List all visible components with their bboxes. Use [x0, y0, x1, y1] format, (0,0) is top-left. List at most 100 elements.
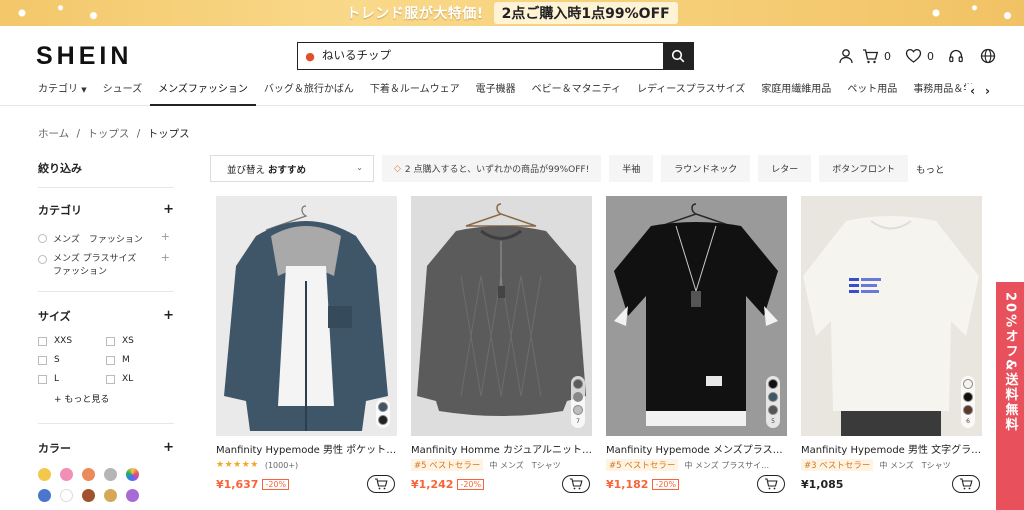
color-thumbs[interactable] — [376, 399, 390, 428]
promo-offer: 2点ご購入時1点99%OFF — [493, 2, 678, 24]
flower-decoration — [0, 0, 110, 26]
cart-plus-icon — [375, 478, 388, 490]
color-swatch[interactable] — [104, 489, 117, 502]
category-nav: カテゴリ ▼ シューズ メンズファッション バッグ＆旅行かばん 下着＆ルームウェ… — [0, 82, 1024, 106]
product-image[interactable] — [216, 196, 397, 436]
nav-item-bags[interactable]: バッグ＆旅行かばん — [256, 82, 362, 106]
color-swatch[interactable] — [38, 468, 51, 481]
color-swatch[interactable] — [82, 468, 95, 481]
nav-item-shoes[interactable]: シューズ — [95, 82, 151, 106]
product-image[interactable]: 6 — [801, 196, 982, 436]
shein-logo[interactable]: SHEIN — [36, 42, 132, 71]
user-icon[interactable] — [836, 46, 856, 66]
promo-filter-chip[interactable]: ◇ 2 点購入すると、いずれかの商品が99%OFF! — [382, 155, 602, 182]
size-option[interactable]: S — [38, 355, 106, 365]
heart-icon[interactable] — [903, 46, 923, 66]
size-option[interactable]: XL — [106, 374, 174, 384]
nav-item-baby[interactable]: ベビー＆マタニティ — [524, 82, 629, 106]
filter-chip[interactable]: 半袖 — [609, 155, 654, 182]
color-swatch[interactable] — [60, 468, 73, 481]
add-to-cart-button[interactable] — [367, 475, 395, 493]
color-swatch[interactable] — [126, 468, 139, 481]
filter-chip[interactable]: ボタンフロント — [819, 155, 908, 182]
breadcrumb-tops[interactable]: トップス — [87, 128, 129, 140]
cart-plus-icon — [765, 478, 778, 490]
flower-decoration-right — [914, 0, 1024, 26]
nav-item-ladies-plus[interactable]: レディースプラスサイズ — [629, 82, 753, 106]
plus-icon[interactable]: + — [161, 230, 170, 243]
product-price: ¥1,637 — [216, 477, 259, 491]
product-card[interactable]: 7 Manfinity Homme カジュアルニット… #5 ベストセラー中 メ… — [411, 196, 592, 493]
nav-item-mens-fashion[interactable]: メンズファッション — [150, 82, 256, 106]
filter-chip[interactable]: レター — [758, 155, 812, 182]
expand-plus-icon[interactable]: + — [163, 202, 174, 218]
product-card[interactable]: 5 Manfinity Hypemode メンズプラス… #5 ベストセラー中 … — [606, 196, 787, 493]
chevron-down-icon: ▼ — [81, 86, 87, 94]
nav-prev-arrow-icon[interactable]: ‹ — [970, 84, 975, 98]
nav-item-underwear[interactable]: 下着＆ルームウェア — [362, 82, 468, 106]
rating-count: (1000+) — [264, 460, 299, 470]
nav-item-electronics[interactable]: 電子機器 — [468, 82, 524, 106]
category-option[interactable]: メンズ プラスサイズ ファッション + — [38, 251, 174, 279]
product-price: ¥1,085 — [801, 477, 844, 491]
show-more-sizes[interactable]: + もっと見る — [38, 392, 174, 405]
cart-icon[interactable] — [860, 46, 880, 66]
add-to-cart-button[interactable] — [952, 475, 980, 493]
product-card[interactable]: Manfinity Hypemode 男性 ポケット付きパッチ… ★★★★★ (1… — [216, 196, 397, 493]
nav-item-category[interactable]: カテゴリ ▼ — [30, 82, 95, 106]
sort-dropdown[interactable]: 並び替え おすすめ ⌄ — [210, 155, 374, 182]
color-swatch[interactable] — [82, 489, 95, 502]
expand-plus-icon[interactable]: + — [163, 308, 174, 324]
nav-item-pet[interactable]: ペット用品 — [839, 82, 905, 106]
headset-icon[interactable] — [946, 46, 966, 66]
color-thumbs[interactable]: 7 — [571, 376, 585, 428]
product-title[interactable]: Manfinity Hypemode メンズプラス… — [606, 441, 787, 456]
size-option[interactable]: XS — [106, 336, 174, 346]
color-thumbs[interactable]: 6 — [961, 376, 975, 428]
promo-banner[interactable]: トレンド服が大特価! 2点ご購入時1点99%OFF — [0, 0, 1024, 26]
product-title[interactable]: Manfinity Hypemode 男性 文字グラ… — [801, 441, 982, 456]
color-thumbs[interactable]: 5 — [766, 376, 780, 428]
header-icons: 0 0 — [836, 46, 998, 66]
product-tags: 中 メンズ Tシャツ — [879, 460, 951, 470]
chevron-down-icon: ⌄ — [356, 163, 363, 172]
search-icon — [671, 49, 685, 63]
nav-next-arrow-icon[interactable]: › — [985, 84, 990, 98]
promo-text: トレンド服が大特価! — [346, 6, 484, 22]
search-bar[interactable]: ● ねいるチップ — [297, 42, 694, 70]
product-title[interactable]: Manfinity Homme カジュアルニット… — [411, 441, 592, 456]
category-option[interactable]: メンズ ファッション + — [38, 230, 174, 245]
coupon-side-badge[interactable]: 20%オフ&送料無料 — [996, 282, 1024, 510]
add-to-cart-button[interactable] — [562, 475, 590, 493]
product-card[interactable]: 6 Manfinity Hypemode 男性 文字グラ… #3 ベストセラー中… — [801, 196, 982, 493]
breadcrumb: ホーム / トップス / トップス — [38, 128, 190, 140]
plus-icon[interactable]: + — [161, 251, 170, 264]
category-filter: カテゴリ + メンズ ファッション + メンズ プラスサイズ ファッション + — [38, 188, 174, 292]
color-swatch[interactable] — [60, 489, 73, 502]
color-swatch[interactable] — [38, 489, 51, 502]
expand-plus-icon[interactable]: + — [163, 440, 174, 456]
size-option[interactable]: M — [106, 355, 174, 365]
trending-fire-icon: ● — [305, 49, 315, 63]
globe-icon[interactable] — [978, 46, 998, 66]
add-to-cart-button[interactable] — [757, 475, 785, 493]
product-title[interactable]: Manfinity Hypemode 男性 ポケット付きパッチ… — [216, 441, 397, 456]
color-swatch[interactable] — [104, 468, 117, 481]
size-option[interactable]: L — [38, 374, 106, 384]
size-option[interactable]: XXS — [38, 336, 106, 346]
product-price: ¥1,242 — [411, 477, 454, 491]
search-button[interactable] — [663, 43, 693, 69]
product-image[interactable]: 5 — [606, 196, 787, 436]
more-filters[interactable]: もっと — [916, 162, 945, 176]
cart-plus-icon — [570, 478, 583, 490]
discount-badge: -20% — [262, 478, 290, 490]
search-input[interactable]: ねいるチップ — [322, 43, 663, 69]
bestseller-badge: #3 ベストセラー — [801, 459, 874, 471]
discount-badge: -20% — [457, 478, 485, 490]
color-swatch[interactable] — [126, 489, 139, 502]
nav-item-home-textile[interactable]: 家庭用繊維用品 — [753, 82, 839, 106]
bestseller-badge: #5 ベストセラー — [606, 459, 679, 471]
filter-chip[interactable]: ラウンドネック — [661, 155, 751, 182]
breadcrumb-home[interactable]: ホーム — [38, 128, 69, 140]
product-image[interactable]: 7 — [411, 196, 592, 436]
